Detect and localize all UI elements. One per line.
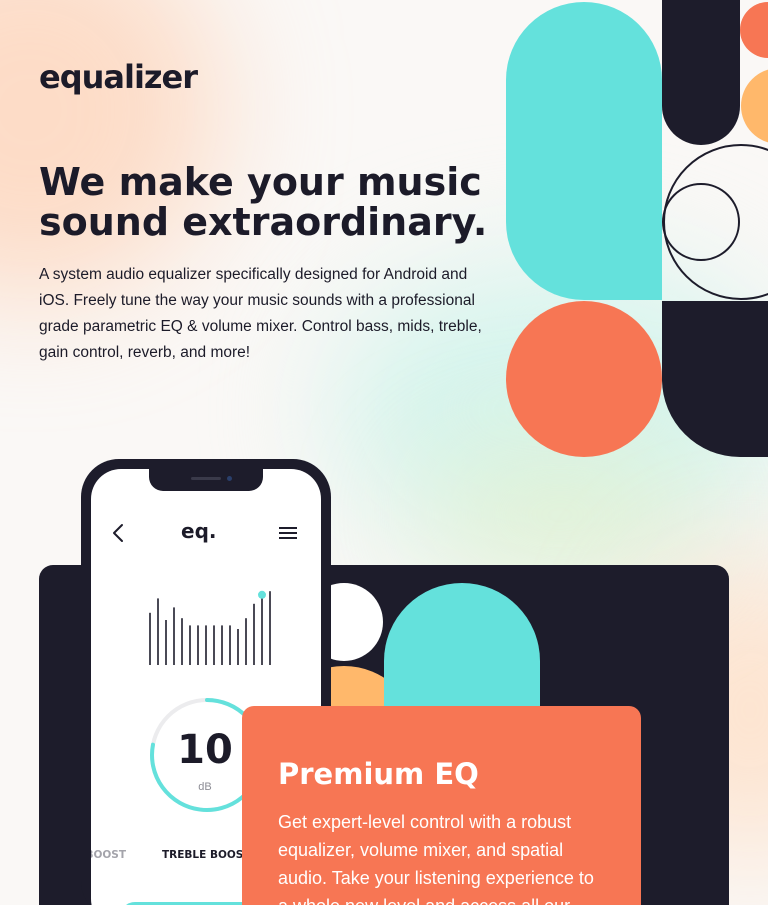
camera-icon [227, 476, 232, 481]
chevron-left-icon[interactable] [108, 521, 128, 545]
app-logo[interactable]: eq. [181, 519, 216, 543]
premium-eq-card: Premium EQ Get expert-level control with… [242, 706, 641, 905]
eq-handle[interactable] [258, 590, 266, 599]
eq-level-bars[interactable] [141, 569, 271, 669]
phone-notch [149, 469, 263, 491]
feature-title: Premium EQ [278, 757, 479, 791]
hero-headline: We make your music sound extraordinary. [39, 160, 488, 244]
hamburger-menu-icon[interactable] [276, 523, 300, 543]
preset-treble-boost[interactable]: TREBLE BOOST [162, 849, 251, 861]
brand-logo[interactable]: equalizer [39, 58, 198, 96]
gain-unit: dB [198, 781, 212, 793]
preset-bass-boost[interactable]: BASS BOOST [91, 849, 126, 861]
hero-description: A system audio equalizer specifically de… [39, 266, 482, 361]
decorative-shapes [506, 0, 768, 457]
gain-value: 10 [177, 727, 233, 773]
feature-description: Get expert-level control with a robust e… [278, 812, 594, 905]
